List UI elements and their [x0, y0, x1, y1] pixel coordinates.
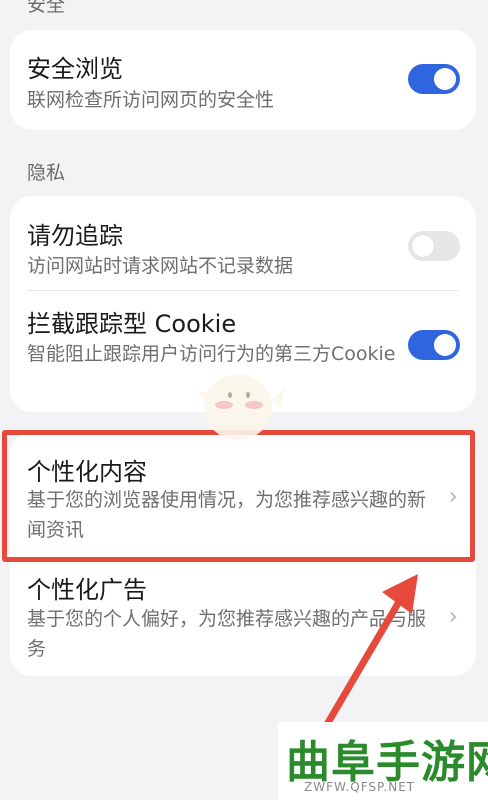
do-not-track-toggle[interactable] [408, 231, 460, 261]
do-not-track-desc: 访问网站时请求网站不记录数据 [27, 255, 294, 277]
chevron-right-icon: › [448, 602, 458, 630]
block-cookies-toggle[interactable] [408, 330, 460, 360]
do-not-track-row[interactable]: 请勿追踪 访问网站时请求网站不记录数据 [10, 196, 476, 290]
watermark-url: ZWFW.QFSP.NET [304, 780, 416, 794]
toggle-knob [434, 334, 456, 356]
do-not-track-title: 请勿追踪 [27, 222, 123, 250]
safe-browsing-row[interactable]: 安全浏览 联网检查所访问网页的安全性 [10, 30, 476, 130]
security-card: 安全浏览 联网检查所访问网页的安全性 [10, 30, 476, 130]
highlight-box [2, 430, 475, 562]
toggle-knob [434, 68, 456, 90]
safe-browsing-toggle[interactable] [408, 64, 460, 94]
section-label-privacy: 隐私 [27, 162, 66, 184]
personalized-ads-title: 个性化广告 [27, 576, 147, 604]
watermark: 曲阜手游网 ZWFW.QFSP.NET [278, 722, 488, 800]
section-label-security: 安全 [27, 0, 66, 16]
toggle-knob [412, 235, 434, 257]
safe-browsing-desc: 联网检查所访问网页的安全性 [27, 89, 275, 111]
mascot-sticker-icon [196, 374, 286, 440]
block-cookies-title: 拦截跟踪型 Cookie [27, 310, 237, 338]
safe-browsing-title: 安全浏览 [27, 55, 123, 83]
